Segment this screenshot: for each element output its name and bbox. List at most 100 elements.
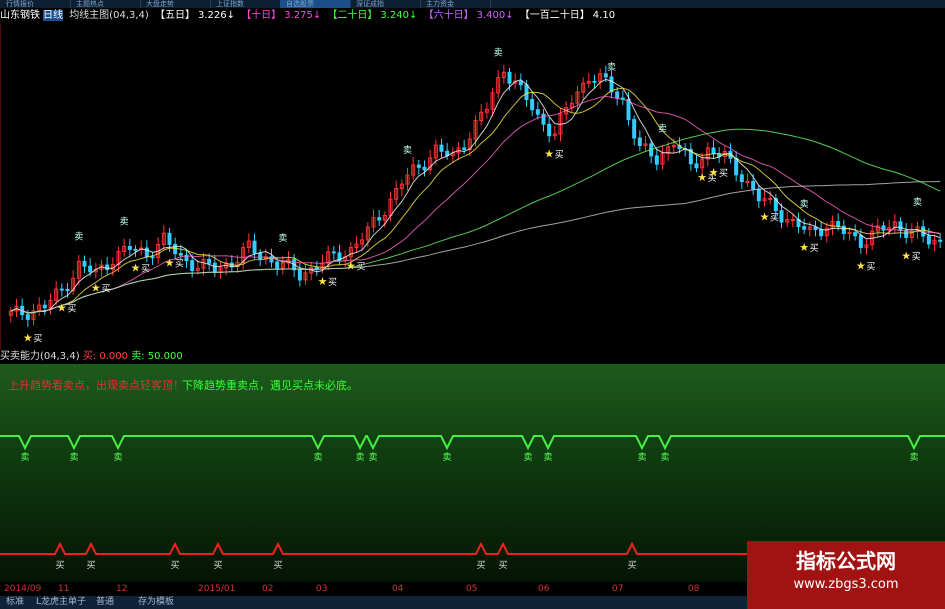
candlestick-chart[interactable]: ★ 买★ 买★ 买★ 买★ 买★ 买★ 买★ 买★ 买★ 买★ 买★ 买★ 买★ 买卖卖卖卖卖卖卖卖卖 — [0, 24, 945, 350]
buy-signal-label: 买 — [33, 333, 42, 344]
uptrend-hint: 上升趋势看卖点，出现卖点轻客顶！ — [8, 379, 184, 392]
menu-tab[interactable]: 自选股票 — [280, 0, 351, 8]
menu-tab[interactable]: 大盘走势 — [140, 0, 211, 8]
candle-body — [439, 144, 444, 152]
candle-body — [507, 71, 512, 84]
candle-body — [252, 240, 257, 254]
sell-marker-label: 卖 — [69, 452, 78, 463]
ma120-value: 4.10 — [592, 10, 616, 21]
main-legend: 山东钢铁 日线 均线主图(04,3,4) 【五日】 3.226↓ 【十日】 3.275… — [0, 8, 945, 24]
menu-tab[interactable]: 行情报价 — [0, 0, 71, 8]
sell-signal-label: 卖 — [278, 233, 287, 244]
buy-signal-label: 买 — [67, 303, 76, 314]
ma60-value: 3.400↓ — [476, 10, 514, 21]
candle-body — [377, 217, 382, 221]
buy-signal-label: 买 — [770, 213, 779, 224]
buy-signal-label: 买 — [175, 258, 184, 269]
sell-marker-label: 卖 — [523, 452, 532, 463]
candle-body — [190, 260, 195, 272]
candle-body — [65, 288, 70, 292]
candle-body — [518, 80, 523, 86]
candle-body — [212, 262, 217, 273]
date-tick: 05 — [466, 584, 478, 594]
sub-buy-value: 0.000 — [99, 351, 128, 362]
buy-signal-label: 买 — [141, 263, 150, 274]
sell-signal-label: 卖 — [120, 216, 129, 227]
indicator-name: 均线主图(04,3,4) — [69, 10, 149, 21]
sell-signal-line — [0, 435, 945, 451]
candle-body — [632, 119, 637, 139]
buy-signal-label: 买 — [912, 251, 921, 262]
buy-star-icon: ★ — [799, 241, 809, 254]
candle-body — [779, 210, 784, 223]
candle-body — [535, 109, 540, 115]
sub-buy-label: 买: — [82, 351, 97, 362]
ma5-label: 【五日】 — [154, 10, 195, 21]
sell-marker-label: 卖 — [543, 452, 552, 463]
menu-tab[interactable]: 主力资金 — [420, 0, 491, 8]
menu-tab[interactable]: 上证指数 — [210, 0, 281, 8]
menu-tab[interactable]: 主题热点 — [70, 0, 141, 8]
ma10-value: 3.275↓ — [284, 10, 322, 21]
candle-body — [592, 80, 597, 83]
date-tick: 02 — [262, 584, 274, 594]
candle-body — [167, 232, 172, 245]
sell-marker-label: 卖 — [313, 452, 322, 463]
candle-body — [858, 235, 863, 248]
candle-body — [25, 314, 30, 320]
buy-star-icon: ★ — [697, 171, 707, 184]
bottom-tab[interactable]: 普通 — [96, 596, 114, 609]
period[interactable]: 日线 — [43, 10, 63, 21]
candle-body — [926, 235, 931, 245]
date-tick: 12 — [116, 584, 128, 594]
candle-body — [898, 221, 903, 231]
buy-marker-label: 买 — [273, 560, 282, 571]
buy-marker-label: 买 — [627, 560, 636, 571]
ma5-value: 3.226↓ — [197, 10, 235, 21]
buy-marker-label: 买 — [498, 560, 507, 571]
buy-star-icon: ★ — [346, 260, 356, 273]
date-tick: 06 — [538, 584, 550, 594]
candle-body — [133, 248, 138, 251]
bottom-tab[interactable]: L龙虎主单子 — [36, 596, 86, 609]
buy-star-icon: ★ — [318, 275, 328, 288]
bottom-tab[interactable]: 存为模板 — [138, 596, 174, 609]
menu-tab[interactable]: 深证成指 — [350, 0, 421, 8]
buy-signal-label: 买 — [328, 277, 337, 288]
sell-signal-label: 卖 — [607, 62, 616, 73]
candle-body — [609, 76, 614, 93]
sell-signal-label: 卖 — [494, 48, 503, 59]
candle-body — [42, 304, 47, 309]
candle-body — [530, 99, 535, 111]
sell-marker-label: 卖 — [113, 452, 122, 463]
candle-body — [524, 84, 529, 101]
sell-signal-label: 卖 — [74, 231, 83, 242]
candle-body — [297, 269, 302, 281]
downtrend-hint: 下降趋势重卖点，遇见买点未必底。 — [182, 379, 358, 392]
top-menu-bar: 行情报价 主题热点 大盘走势 上证指数 自选股票 深证成指 主力资金 — [0, 0, 945, 8]
ma10-label: 【十日】 — [241, 10, 282, 21]
buy-star-icon: ★ — [23, 331, 33, 344]
watermark-title: 指标公式网 — [796, 549, 896, 573]
sell-signal-label: 卖 — [658, 123, 667, 134]
candle-body — [258, 252, 263, 260]
ma5-line — [10, 78, 941, 314]
buy-star-icon: ★ — [709, 166, 719, 179]
stock-name[interactable]: 山东钢铁 — [0, 10, 40, 21]
candle-body — [751, 180, 756, 190]
buy-signal-label: 买 — [555, 150, 564, 161]
bottom-tab[interactable]: 标准 — [6, 596, 24, 609]
sell-marker-label: 卖 — [909, 452, 918, 463]
sub-indicator-name: 买卖能力(04,3,4) — [0, 351, 80, 362]
sell-marker-label: 卖 — [368, 452, 377, 463]
candle-body — [178, 253, 183, 256]
sell-marker-label: 卖 — [355, 452, 364, 463]
candle-body — [938, 239, 943, 242]
candle-body — [59, 288, 64, 291]
buy-star-icon: ★ — [856, 259, 866, 272]
candle-body — [756, 188, 761, 202]
buy-star-icon: ★ — [57, 301, 67, 314]
sell-signal-label: 卖 — [403, 145, 412, 156]
candle-body — [275, 261, 280, 269]
buy-star-icon: ★ — [901, 249, 911, 262]
